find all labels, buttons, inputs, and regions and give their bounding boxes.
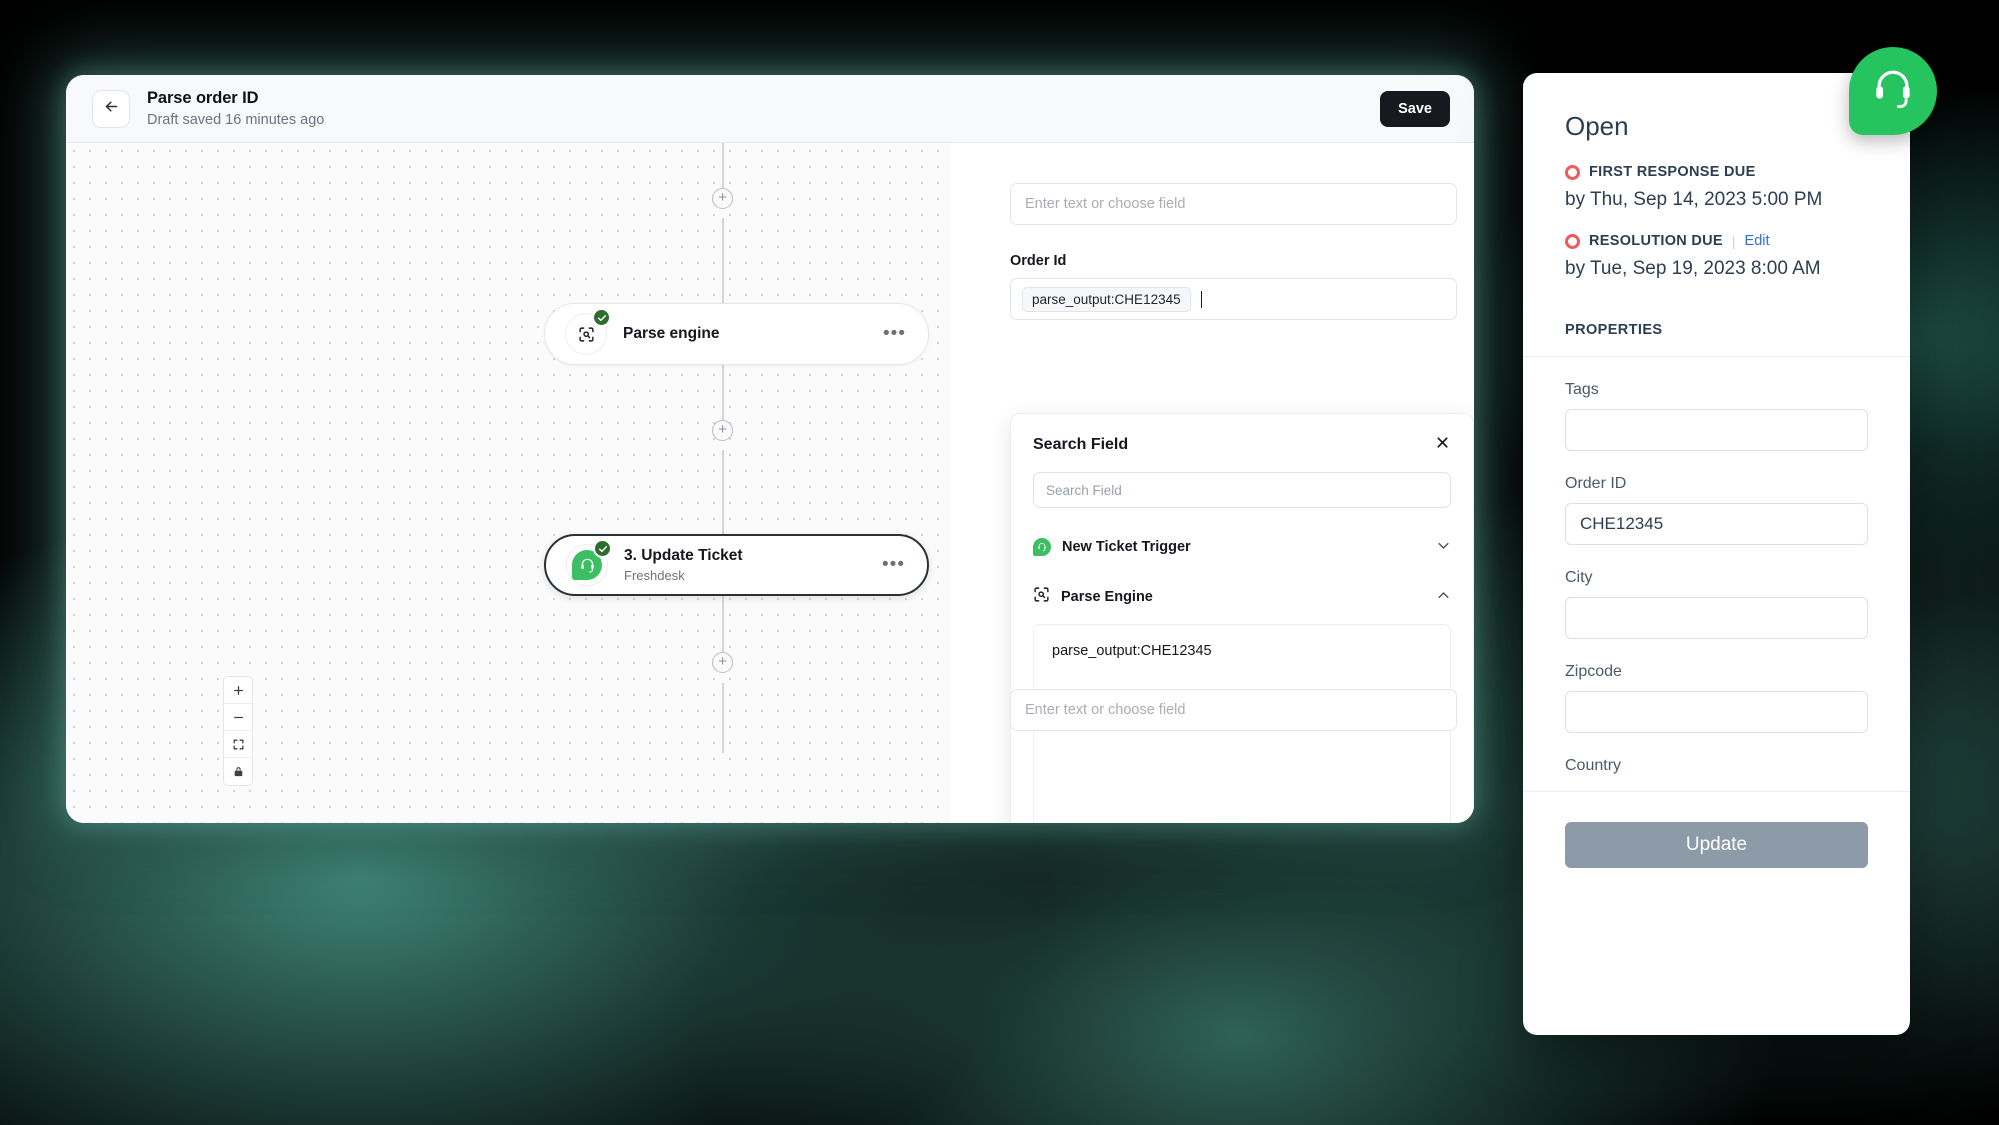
- back-button[interactable]: [92, 90, 130, 128]
- node-title: 3. Update Ticket: [624, 546, 878, 565]
- check-circle-icon: [592, 308, 611, 327]
- order-id-label: Order Id: [1010, 253, 1066, 269]
- separator: |: [1732, 233, 1736, 249]
- zoom-in-button[interactable]: [224, 677, 252, 704]
- field-group-new-ticket-trigger[interactable]: New Ticket Trigger: [1011, 522, 1473, 572]
- node-more-menu[interactable]: •••: [878, 560, 909, 570]
- draft-status: Draft saved 16 minutes ago: [147, 111, 324, 129]
- group-label: New Ticket Trigger: [1062, 539, 1191, 555]
- scan-parse-icon: [1033, 586, 1050, 608]
- freshdesk-badge[interactable]: [1849, 47, 1937, 135]
- field-label-city: City: [1565, 569, 1868, 587]
- sla-header-row: RESOLUTION DUE | Edit: [1565, 233, 1868, 249]
- sla-header-row: FIRST RESPONSE DUE: [1565, 164, 1868, 180]
- group-label-wrap: New Ticket Trigger: [1033, 538, 1191, 556]
- field-input-order-id[interactable]: CHE12345: [1565, 503, 1868, 545]
- status-dot-icon: [1565, 234, 1580, 249]
- screen-root: Parse order ID Draft saved 16 minutes ag…: [0, 0, 1999, 1125]
- connector-line: [722, 683, 724, 753]
- popover-header: Search Field: [1011, 414, 1473, 455]
- field-label-order-id: Order ID: [1565, 475, 1868, 493]
- top-field-placeholder: Enter text or choose field: [1025, 196, 1185, 212]
- divider: [1523, 356, 1910, 357]
- check-circle-icon: [593, 539, 612, 558]
- group-label: Parse Engine: [1061, 589, 1153, 605]
- node-subtitle: Freshdesk: [624, 568, 878, 584]
- list-item[interactable]: parse_output:CHE12345: [1052, 643, 1432, 659]
- order-id-input[interactable]: parse_output:CHE12345: [1010, 278, 1457, 320]
- text-caret: [1201, 291, 1203, 308]
- page-title: Parse order ID: [147, 88, 324, 109]
- sla-label: FIRST RESPONSE DUE: [1589, 164, 1756, 180]
- field-input-city[interactable]: [1565, 597, 1868, 639]
- chevron-down-icon[interactable]: [1436, 538, 1451, 556]
- workflow-node-parse-engine[interactable]: Parse engine •••: [544, 303, 929, 365]
- search-field-placeholder: Search Field: [1046, 483, 1122, 498]
- popover-title: Search Field: [1033, 436, 1128, 454]
- sla-resolution: RESOLUTION DUE | Edit by Tue, Sep 19, 20…: [1565, 233, 1868, 280]
- workflow-builder-window: Parse order ID Draft saved 16 minutes ag…: [66, 75, 1474, 823]
- node-text-block: 3. Update Ticket Freshdesk: [624, 546, 878, 584]
- save-button[interactable]: Save: [1380, 91, 1450, 127]
- freshdesk-ticket-panel: Open FIRST RESPONSE DUE by Thu, Sep 14, …: [1523, 73, 1910, 1035]
- field-label-country: Country: [1565, 757, 1868, 775]
- sla-label: RESOLUTION DUE: [1589, 233, 1723, 249]
- sla-date: by Thu, Sep 14, 2023 5:00 PM: [1565, 189, 1868, 211]
- search-field-input[interactable]: Search Field: [1033, 472, 1451, 508]
- node-text-block: Parse engine: [623, 324, 879, 343]
- fit-view-button[interactable]: [224, 731, 252, 758]
- field-group-parse-engine[interactable]: Parse Engine: [1011, 572, 1473, 622]
- add-step-button[interactable]: [712, 420, 733, 441]
- canvas-zoom-controls: [223, 676, 253, 786]
- node-more-menu[interactable]: •••: [879, 329, 910, 339]
- bottom-field-placeholder: Enter text or choose field: [1025, 702, 1185, 718]
- ticket-status: Open: [1565, 111, 1868, 142]
- update-ticket-button[interactable]: Update: [1565, 822, 1868, 868]
- status-dot-icon: [1565, 165, 1580, 180]
- bottom-field-input[interactable]: Enter text or choose field: [1010, 689, 1457, 731]
- node-title: Parse engine: [623, 324, 879, 343]
- top-field-input[interactable]: Enter text or choose field: [1010, 183, 1457, 225]
- field-input-zipcode[interactable]: [1565, 691, 1868, 733]
- search-field-popover: Search Field Search Field: [1010, 413, 1474, 823]
- app-header: Parse order ID Draft saved 16 minutes ag…: [66, 75, 1474, 143]
- chevron-up-icon[interactable]: [1436, 588, 1451, 606]
- freshdesk-headset-icon: [1870, 66, 1916, 117]
- lock-canvas-button[interactable]: [224, 758, 252, 785]
- field-label-zipcode: Zipcode: [1565, 663, 1868, 681]
- freshdesk-headset-icon: [1033, 538, 1051, 556]
- field-label-tags: Tags: [1565, 381, 1868, 399]
- sla-date: by Tue, Sep 19, 2023 8:00 AM: [1565, 258, 1868, 280]
- node-icon-wrap: [565, 313, 607, 355]
- field-token-chip[interactable]: parse_output:CHE12345: [1022, 287, 1191, 312]
- connector-line: [722, 218, 724, 303]
- header-text-block: Parse order ID Draft saved 16 minutes ag…: [147, 88, 324, 129]
- properties-heading: PROPERTIES: [1565, 322, 1868, 338]
- arrow-left-icon: [103, 98, 120, 120]
- close-popover-button[interactable]: [1434, 434, 1451, 455]
- add-step-button[interactable]: [712, 188, 733, 209]
- zoom-out-button[interactable]: [224, 704, 252, 731]
- workflow-node-update-ticket[interactable]: 3. Update Ticket Freshdesk •••: [544, 534, 929, 596]
- add-step-button[interactable]: [712, 652, 733, 673]
- field-input-tags[interactable]: [1565, 409, 1868, 451]
- connector-line: [722, 450, 724, 534]
- node-icon-wrap: [566, 544, 608, 586]
- group-label-wrap: Parse Engine: [1033, 586, 1153, 608]
- workflow-canvas[interactable]: Parse engine •••: [66, 143, 1474, 823]
- edit-resolution-due-link[interactable]: Edit: [1745, 233, 1770, 249]
- sla-first-response: FIRST RESPONSE DUE by Thu, Sep 14, 2023 …: [1565, 164, 1868, 211]
- divider: [1523, 791, 1910, 792]
- step-config-panel: Enter text or choose field Order Id pars…: [1010, 143, 1474, 823]
